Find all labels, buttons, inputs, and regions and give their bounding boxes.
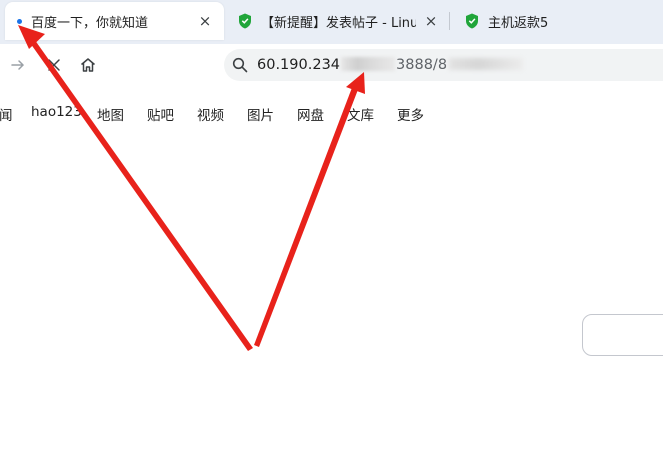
home-button[interactable] <box>76 53 100 77</box>
address-bar[interactable]: 60.190.234 3888/8 <box>224 49 663 81</box>
tab-host-refund[interactable]: 主机返款5 <box>455 2 663 40</box>
url-text: 60.190.234 3888/8 <box>257 57 524 73</box>
url-port-path: 3888/8 <box>396 57 448 73</box>
close-icon[interactable]: × <box>422 12 440 30</box>
url-host: 60.190.234 <box>257 57 341 73</box>
tab-title: 百度一下，你就知道 <box>31 15 149 31</box>
tab-separator <box>449 12 450 30</box>
close-icon[interactable]: × <box>196 12 214 30</box>
nav-link-news[interactable]: 闻 <box>0 104 13 124</box>
url-redaction <box>341 57 396 71</box>
tab-title: 【新提醒】发表帖子 - Linux面板 <box>261 15 416 31</box>
tab-baidu[interactable]: 百度一下，你就知道 × <box>5 2 224 40</box>
tab-strip: 百度一下，你就知道 × 【新提醒】发表帖子 - Linux面板 × 主机返款5 <box>0 0 663 44</box>
url-redaction <box>449 58 524 70</box>
nav-link-pan[interactable]: 网盘 <box>297 104 324 124</box>
search-icon <box>232 57 248 73</box>
tab-forum-post[interactable]: 【新提醒】发表帖子 - Linux面板 × <box>228 2 450 40</box>
nav-link-map[interactable]: 地图 <box>97 104 124 124</box>
loading-dot-icon <box>17 18 22 24</box>
nav-link-tieba[interactable]: 贴吧 <box>147 104 174 124</box>
nav-link-more[interactable]: 更多 <box>397 104 424 124</box>
shield-icon <box>466 13 478 29</box>
tab-title: 主机返款5 <box>488 15 549 31</box>
forward-button[interactable] <box>6 53 30 77</box>
toolbar: 60.190.234 3888/8 <box>0 44 663 86</box>
nav-link-wenku[interactable]: 文库 <box>347 104 374 124</box>
shield-icon <box>239 13 251 29</box>
stop-button[interactable] <box>42 53 66 77</box>
arrow-right-icon <box>11 60 25 70</box>
nav-link-images[interactable]: 图片 <box>247 104 274 124</box>
annotation-arrow-shaft <box>254 85 359 347</box>
home-icon <box>81 58 95 72</box>
nav-link-hao123[interactable]: hao123 <box>31 104 82 120</box>
baidu-search-input[interactable] <box>582 314 663 356</box>
close-icon <box>48 59 60 71</box>
nav-link-video[interactable]: 视频 <box>197 104 224 124</box>
